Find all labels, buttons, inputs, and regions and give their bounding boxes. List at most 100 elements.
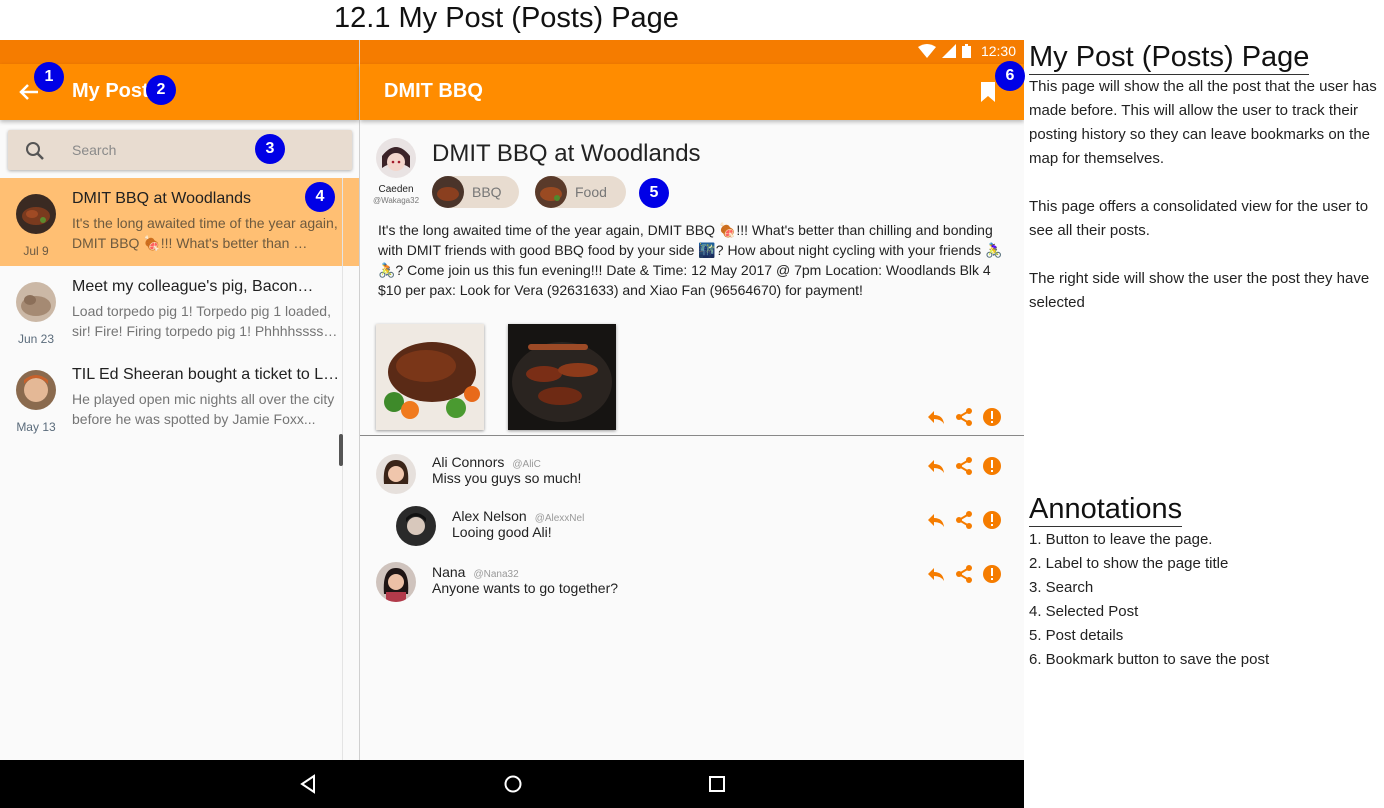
annotation-item: 2. Label to show the page title bbox=[1029, 555, 1229, 572]
commenter-avatar[interactable] bbox=[396, 506, 436, 546]
annotation-item: 5. Post details bbox=[1029, 627, 1124, 644]
reply-icon[interactable] bbox=[926, 407, 946, 427]
annotation-badge-3: 3 bbox=[255, 134, 285, 164]
annotations-list: 1. Button to leave the page. 2. Label to… bbox=[1029, 528, 1381, 672]
reply-icon[interactable] bbox=[926, 456, 946, 476]
page-title: My Post bbox=[72, 80, 149, 102]
tablet-screen: 12:30 My Post DMIT BBQ at Woodlands It's… bbox=[0, 40, 1024, 808]
nav-home-icon[interactable] bbox=[503, 774, 523, 794]
annotation-item: 3. Search bbox=[1029, 579, 1094, 596]
notes-paragraph: The right side will show the user the po… bbox=[1029, 270, 1370, 311]
post-detail-pane: DMIT BBQ Caeden @Wakaga32 DMIT BBQ at Wo… bbox=[360, 64, 1024, 760]
author-name: Caeden bbox=[378, 184, 414, 195]
signal-icon bbox=[941, 44, 956, 58]
notes-paragraph: This page offers a consolidated view for… bbox=[1029, 198, 1369, 239]
post-list-pane: My Post DMIT BBQ at Woodlands It's the l… bbox=[0, 64, 359, 760]
bookmark-icon[interactable] bbox=[978, 80, 998, 104]
status-time: 12:30 bbox=[980, 43, 1016, 59]
post-thumbnail-pig bbox=[16, 282, 56, 322]
post-thumbnail-bbq bbox=[16, 194, 56, 234]
list-scroll-track bbox=[342, 178, 343, 760]
commenter-avatar[interactable] bbox=[376, 562, 416, 602]
post-date: May 13 bbox=[16, 420, 56, 434]
commenter-name: Ali Connors bbox=[432, 454, 505, 470]
comment-row: Nana @Nana32 Anyone wants to go together? bbox=[360, 562, 1024, 612]
share-icon[interactable] bbox=[954, 407, 974, 427]
commenter-handle: @Nana32 bbox=[473, 569, 519, 580]
post-title: DMIT BBQ at Woodlands bbox=[72, 190, 252, 207]
annotations-heading: Annotations bbox=[1029, 493, 1183, 527]
post-snippet: Load torpedo pig 1! Torpedo pig 1 loaded… bbox=[72, 303, 338, 339]
chip-thumbnail bbox=[432, 176, 464, 208]
post-date: Jul 9 bbox=[23, 244, 49, 258]
commenter-name: Alex Nelson bbox=[452, 508, 527, 524]
post-snippet: It's the long awaited time of the year a… bbox=[72, 215, 338, 251]
post-detail-title: DMIT BBQ at Woodlands bbox=[432, 140, 701, 167]
commenter-handle: @AliC bbox=[512, 459, 541, 470]
report-icon[interactable] bbox=[982, 407, 1002, 427]
list-scrollbar[interactable] bbox=[339, 434, 343, 466]
commenter-handle: @AlexxNel bbox=[534, 513, 585, 524]
comments-divider bbox=[360, 435, 1024, 436]
annotation-badge-2: 2 bbox=[146, 75, 176, 105]
right-app-bar: DMIT BBQ bbox=[360, 64, 1024, 120]
comment-actions bbox=[926, 510, 1002, 530]
post-thumbnail-person bbox=[16, 370, 56, 410]
annotation-item: 1. Button to leave the page. bbox=[1029, 531, 1213, 548]
report-icon[interactable] bbox=[982, 510, 1002, 530]
post-date: Jun 23 bbox=[17, 332, 55, 346]
system-nav-bar bbox=[0, 760, 1024, 808]
tag-chip-food[interactable]: Food bbox=[535, 176, 626, 208]
wifi-icon bbox=[917, 44, 936, 58]
battery-icon bbox=[961, 44, 971, 58]
search-input[interactable] bbox=[72, 140, 272, 160]
tag-label: BBQ bbox=[472, 184, 502, 200]
document-title: 12.1 My Post (Posts) Page bbox=[334, 2, 679, 34]
comment-row: Alex Nelson @AlexxNel Looing good Ali! bbox=[360, 506, 1024, 556]
chip-thumbnail bbox=[535, 176, 567, 208]
report-icon[interactable] bbox=[982, 456, 1002, 476]
commenter-avatar[interactable] bbox=[376, 454, 416, 494]
annotation-badge-6: 6 bbox=[995, 61, 1025, 91]
notes-paragraph: This page will show the all the post tha… bbox=[1029, 78, 1377, 167]
list-item[interactable]: Meet my colleague's pig, Bacon… Load tor… bbox=[0, 266, 359, 354]
page-description: My Post (Posts) Page This page will show… bbox=[1029, 40, 1381, 315]
author-avatar[interactable] bbox=[376, 138, 416, 178]
post-actions bbox=[926, 407, 1002, 427]
post-snippet: He played open mic nights all over the c… bbox=[72, 391, 335, 427]
annotation-badge-4: 4 bbox=[305, 182, 335, 212]
detail-appbar-title: DMIT BBQ bbox=[384, 80, 483, 102]
annotation-item: 6. Bookmark button to save the post bbox=[1029, 651, 1270, 668]
reply-icon[interactable] bbox=[926, 564, 946, 584]
comment-text: Looing good Ali! bbox=[452, 524, 552, 540]
comment-actions bbox=[926, 564, 1002, 584]
post-list: DMIT BBQ at Woodlands It's the long awai… bbox=[0, 178, 359, 442]
post-photo-ribs[interactable] bbox=[376, 324, 484, 430]
comment-text: Anyone wants to go together? bbox=[432, 580, 619, 596]
reply-icon[interactable] bbox=[926, 510, 946, 530]
post-title: Meet my colleague's pig, Bacon… bbox=[72, 278, 314, 295]
annotation-badge-1: 1 bbox=[34, 62, 64, 92]
tag-label: Food bbox=[575, 184, 607, 200]
commenter-name: Nana bbox=[432, 564, 466, 580]
annotation-item: 4. Selected Post bbox=[1029, 603, 1139, 620]
report-icon[interactable] bbox=[982, 564, 1002, 584]
post-body: It's the long awaited time of the year a… bbox=[378, 222, 1003, 298]
share-icon[interactable] bbox=[954, 456, 974, 476]
comment-text: Miss you guys so much! bbox=[432, 470, 582, 486]
comment-row: Ali Connors @AliC Miss you guys so much! bbox=[360, 450, 1024, 500]
annotation-badge-5: 5 bbox=[639, 178, 669, 208]
search-icon bbox=[26, 142, 44, 160]
post-title: TIL Ed Sheeran bought a ticket to LA… bbox=[72, 366, 342, 383]
tag-chip-bbq[interactable]: BBQ bbox=[432, 176, 519, 208]
share-icon[interactable] bbox=[954, 564, 974, 584]
post-photo-grill[interactable] bbox=[508, 324, 616, 430]
nav-back-icon[interactable] bbox=[299, 774, 319, 794]
share-icon[interactable] bbox=[954, 510, 974, 530]
list-item[interactable]: TIL Ed Sheeran bought a ticket to LA… He… bbox=[0, 354, 359, 442]
comment-actions bbox=[926, 456, 1002, 476]
status-bar: 12:30 bbox=[0, 40, 1024, 64]
search-bar[interactable] bbox=[8, 130, 352, 170]
nav-recents-icon[interactable] bbox=[707, 774, 727, 794]
author-handle: @Wakaga32 bbox=[372, 196, 420, 205]
